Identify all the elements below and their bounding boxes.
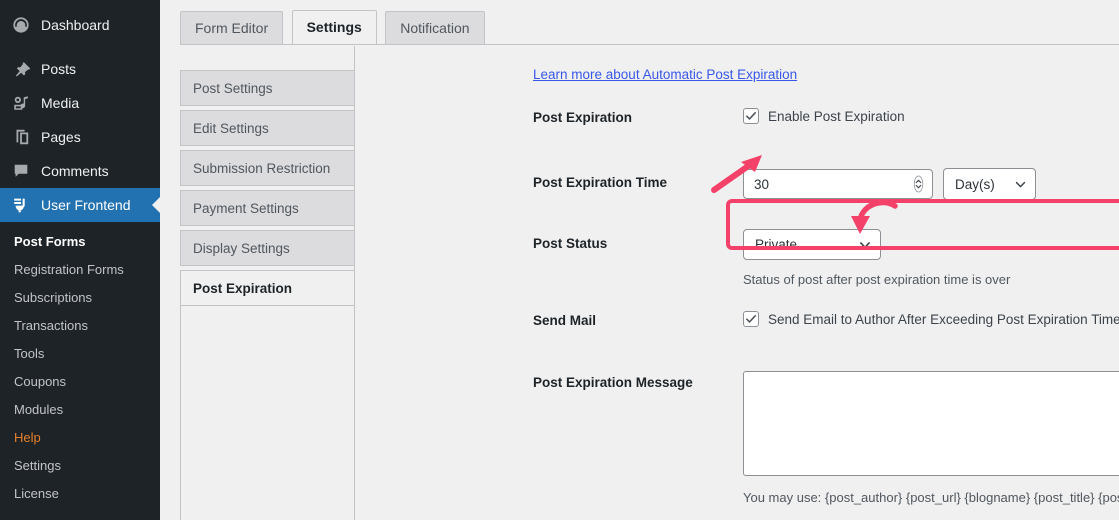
post-expiration-control: Enable Post Expiration: [743, 108, 905, 124]
user-frontend-submenu: Post Forms Registration Forms Subscripti…: [0, 222, 160, 516]
sidebar-item-label: Dashboard: [41, 17, 110, 33]
sidebar-item-pages[interactable]: Pages: [0, 120, 160, 154]
settings-nav-post-expiration[interactable]: Post Expiration: [180, 270, 355, 306]
submenu-item-registration-forms[interactable]: Registration Forms: [0, 256, 160, 284]
send-mail-checkbox-label: Send Email to Author After Exceeding Pos…: [768, 311, 1119, 327]
number-spinner-icon[interactable]: [913, 175, 924, 193]
sidebar-item-label: Media: [41, 95, 80, 111]
send-mail-control: Send Email to Author After Exceeding Pos…: [743, 311, 1119, 327]
sidebar-item-label: Pages: [41, 129, 81, 145]
submenu-item-coupons[interactable]: Coupons: [0, 368, 160, 396]
submenu-item-transactions[interactable]: Transactions: [0, 312, 160, 340]
tab-settings[interactable]: Settings: [291, 10, 377, 44]
post-expiration-message-input[interactable]: [743, 371, 1119, 476]
sidebar-item-media[interactable]: Media: [0, 86, 160, 120]
settings-nav-edit-settings[interactable]: Edit Settings: [180, 110, 355, 146]
enable-post-expiration-label: Enable Post Expiration: [768, 108, 905, 124]
checkbox-checked-icon[interactable]: [743, 108, 759, 124]
media-icon: [10, 93, 32, 113]
post-expiration-time-value: 30: [754, 176, 770, 192]
settings-panel-divider: [354, 46, 355, 520]
post-expiration-time-unit-value: Day(s): [955, 176, 995, 192]
post-expiration-panel: Learn more about Automatic Post Expirati…: [368, 46, 1119, 520]
wp-admin-sidebar: Dashboard Posts Media Pages Comments Use…: [0, 0, 160, 520]
tab-notification[interactable]: Notification: [385, 11, 485, 44]
settings-nav-payment-settings[interactable]: Payment Settings: [180, 190, 355, 226]
pin-icon: [10, 59, 32, 79]
submenu-item-help[interactable]: Help: [0, 424, 160, 452]
sidebar-item-dashboard[interactable]: Dashboard: [0, 8, 160, 42]
sidebar-item-comments[interactable]: Comments: [0, 154, 160, 188]
post-expiration-label: Post Expiration: [533, 110, 633, 125]
tab-form-editor[interactable]: Form Editor: [180, 11, 284, 44]
settings-nav-tail: [180, 306, 355, 520]
enable-post-expiration-checkbox-wrap[interactable]: Enable Post Expiration: [743, 108, 905, 124]
form-tabs: Form Editor Settings Notification: [180, 10, 1119, 45]
comments-icon: [10, 161, 32, 181]
post-expiration-message-control: You may use: {post_author} {post_url} {b…: [743, 371, 1119, 505]
settings-side-nav: Post Settings Edit Settings Submission R…: [180, 70, 355, 520]
learn-more-link[interactable]: Learn more about Automatic Post Expirati…: [533, 67, 797, 82]
dashboard-icon: [10, 15, 32, 35]
tabs-underline: [180, 44, 1119, 45]
post-expiration-message-label: Post Expiration Message: [533, 375, 693, 390]
settings-nav-display-settings[interactable]: Display Settings: [180, 230, 355, 266]
admin-screen: Dashboard Posts Media Pages Comments Use…: [0, 0, 1119, 520]
post-status-label: Post Status: [533, 236, 608, 251]
post-expiration-time-label: Post Expiration Time: [533, 175, 668, 190]
post-status-control: Private Status of post after post expira…: [743, 229, 1010, 287]
send-mail-checkbox-wrap[interactable]: Send Email to Author After Exceeding Pos…: [743, 311, 1119, 327]
post-status-value: Private: [755, 237, 798, 252]
send-mail-label: Send Mail: [533, 313, 597, 328]
sidebar-item-label: User Frontend: [41, 197, 131, 213]
sidebar-item-label: Comments: [41, 163, 109, 179]
submenu-item-post-forms[interactable]: Post Forms: [0, 228, 160, 256]
post-status-help: Status of post after post expiration tim…: [743, 272, 1011, 287]
settings-nav-submission-restriction[interactable]: Submission Restriction: [180, 150, 355, 186]
chevron-down-icon: [1014, 178, 1027, 191]
submenu-item-tools[interactable]: Tools: [0, 340, 160, 368]
post-status-select[interactable]: Private: [743, 229, 881, 260]
submenu-item-settings[interactable]: Settings: [0, 452, 160, 480]
sidebar-item-label: Posts: [41, 61, 77, 77]
submenu-item-modules[interactable]: Modules: [0, 396, 160, 424]
post-expiration-time-control: 30 Day(s): [743, 168, 1036, 200]
submenu-item-subscriptions[interactable]: Subscriptions: [0, 284, 160, 312]
user-frontend-icon: [10, 195, 32, 215]
settings-nav-post-settings[interactable]: Post Settings: [180, 70, 355, 106]
pages-icon: [10, 127, 32, 147]
sidebar-item-user-frontend[interactable]: User Frontend: [0, 188, 160, 222]
chevron-down-icon: [858, 238, 872, 252]
sidebar-item-posts[interactable]: Posts: [0, 52, 160, 86]
checkbox-checked-icon[interactable]: [743, 311, 759, 327]
post-expiration-message-help: You may use: {post_author} {post_url} {b…: [743, 490, 1119, 505]
main-content: Form Editor Settings Notification Post S…: [160, 0, 1119, 520]
submenu-item-license[interactable]: License: [0, 480, 160, 508]
post-expiration-time-input[interactable]: 30: [743, 169, 933, 199]
post-expiration-time-unit-select[interactable]: Day(s): [943, 168, 1036, 200]
settings-body: Post Settings Edit Settings Submission R…: [160, 46, 1119, 520]
